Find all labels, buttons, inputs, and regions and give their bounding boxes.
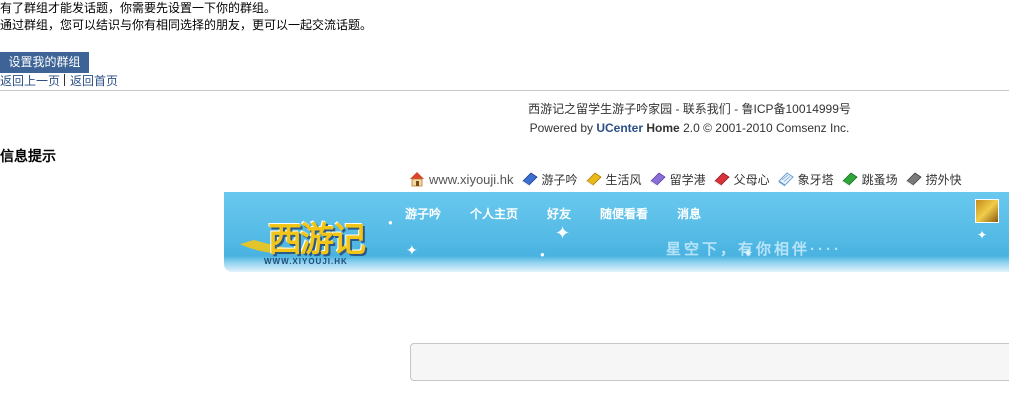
copyright-text: © 2001-2010 Comsenz Inc. xyxy=(703,121,850,135)
message-line-2: 通过群组，您可以结识与你有相同选择的朋友，更可以一起交流话题。 xyxy=(0,18,373,32)
site-home-link[interactable]: www.xiyouji.hk xyxy=(408,170,514,188)
message-line-1: 有了群组才能发话题，你需要先设置一下你的群组。 xyxy=(0,1,277,15)
site-nav-label: 捞外快 xyxy=(925,172,962,187)
nav-browse[interactable]: 随便看看 xyxy=(600,205,648,222)
footer-line-2: Powered by UCenter Home 2.0 © 2001-2010 … xyxy=(370,119,1009,138)
setup-group-button[interactable]: 设置我的群组 xyxy=(0,52,89,73)
site-nav-item-fumuxin[interactable]: 父母心 xyxy=(713,170,770,188)
nav-messages[interactable]: 消息 xyxy=(677,205,701,222)
page-title: 信息提示 xyxy=(0,148,56,164)
footer-site-link[interactable]: 西游记之留学生游子吟家园 xyxy=(528,102,672,116)
sparkle-icon: ✦ xyxy=(977,228,988,242)
site-nav-label: 游子吟 xyxy=(541,172,578,187)
back-links: 返回上一页 返回首页 xyxy=(0,73,118,89)
site-nav-item-liuxuegang[interactable]: 留学港 xyxy=(649,170,706,188)
sparkle-icon: ● xyxy=(388,218,393,227)
sparkle-icon: ✦ xyxy=(555,223,571,243)
powered-by-text: Powered by xyxy=(529,121,593,135)
ucenter-home-link[interactable]: UCenter Home xyxy=(596,121,679,135)
purple-book-icon xyxy=(649,172,666,187)
sparkle-icon: ● xyxy=(540,250,545,259)
green-book-icon xyxy=(841,172,858,187)
nav-personal-home[interactable]: 个人主页 xyxy=(470,205,518,222)
site-nav-item-shenghuofeng[interactable]: 生活风 xyxy=(585,170,642,188)
back-link[interactable]: 返回上一页 xyxy=(0,74,60,88)
content-panel xyxy=(410,343,1009,381)
ucenter-text: UCenter xyxy=(596,121,644,135)
divider xyxy=(0,90,1009,91)
logo-text: 西游记 xyxy=(268,220,366,260)
site-nav-item-tiaozaochang[interactable]: 跳蚤场 xyxy=(841,170,898,188)
banner-slogan: 星空下，有你相伴···· xyxy=(666,241,842,258)
nav-youziyin[interactable]: 游子吟 xyxy=(405,205,441,222)
footer-line-1: 西游记之留学生游子吟家园 - 联系我们 - 鲁ICP备10014999号 xyxy=(528,102,851,116)
sparkle-icon: ✦ xyxy=(406,242,418,258)
nav-friends[interactable]: 好友 xyxy=(547,205,571,222)
notebook-icon xyxy=(777,172,794,187)
blue-book-icon xyxy=(521,172,538,187)
home-text: Home xyxy=(646,121,680,135)
version-text: 2.0 xyxy=(683,121,700,135)
footer: 西游记之留学生游子吟家园 - 联系我们 - 鲁ICP备10014999号 Pow… xyxy=(0,100,1009,138)
gray-book-icon xyxy=(905,172,922,187)
logo-url: WWW.XIYOUJI.HK xyxy=(264,257,348,266)
avatar[interactable] xyxy=(975,199,999,223)
site-nav-item-laowaikuai[interactable]: 捞外快 xyxy=(905,170,962,188)
site-nav-label: 象牙塔 xyxy=(797,172,834,187)
site-home-url: www.xiyouji.hk xyxy=(429,171,514,187)
link-separator xyxy=(64,74,66,86)
contact-link[interactable]: 联系我们 xyxy=(683,102,731,116)
site-nav-label: 跳蚤场 xyxy=(861,172,898,187)
site-nav-item-youziyin[interactable]: 游子吟 xyxy=(521,170,578,188)
site-nav-item-xiangyata[interactable]: 象牙塔 xyxy=(777,170,834,188)
yellow-book-icon xyxy=(585,172,602,187)
header-banner: 西游记 WWW.XIYOUJI.HK 游子吟 个人主页 好友 随便看看 消息 ✦… xyxy=(224,192,1009,272)
icp-link[interactable]: 鲁ICP备10014999号 xyxy=(742,102,851,116)
red-book-icon xyxy=(713,172,730,187)
site-nav: www.xiyouji.hk 游子吟 生活风 留学港 父母心 象牙塔 跳蚤场 捞… xyxy=(408,167,969,191)
house-icon xyxy=(410,172,424,187)
site-logo[interactable]: 西游记 WWW.XIYOUJI.HK xyxy=(236,200,381,266)
home-link[interactable]: 返回首页 xyxy=(70,74,118,88)
site-nav-label: 生活风 xyxy=(605,172,642,187)
message-box: 有了群组才能发话题，你需要先设置一下你的群组。 通过群组，您可以结识与你有相同选… xyxy=(0,0,372,34)
main-nav: 游子吟 个人主页 好友 随便看看 消息 xyxy=(405,205,730,222)
site-nav-label: 留学港 xyxy=(669,172,706,187)
site-nav-label: 父母心 xyxy=(733,172,770,187)
